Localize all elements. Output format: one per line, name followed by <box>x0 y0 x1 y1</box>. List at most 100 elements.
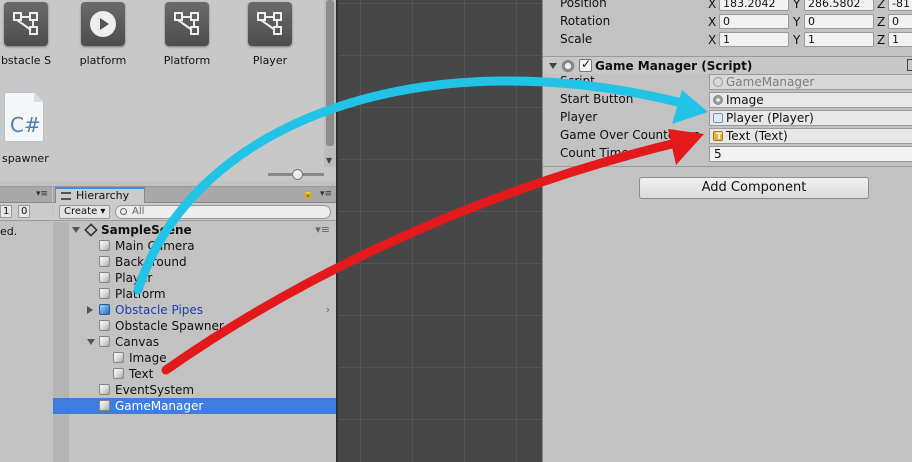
field-label: Count Timer <box>560 146 634 160</box>
chevron-right-icon[interactable]: › <box>326 302 330 318</box>
position-x-field[interactable]: 183.2042 <box>719 0 789 11</box>
asset-obstacle-spawner[interactable]: bstacle S <box>0 2 66 67</box>
scale-x-field[interactable]: 1 <box>719 32 789 47</box>
gameobject-icon <box>99 272 110 283</box>
axis-label[interactable]: Y <box>793 0 800 11</box>
game-over-countdown-object-field[interactable]: Text (Text) <box>709 128 912 144</box>
gameobject-icon <box>113 368 124 379</box>
axis-label[interactable]: Z <box>877 15 885 29</box>
axis-label[interactable]: Y <box>793 33 800 47</box>
prefab-icon <box>165 2 209 46</box>
count-timer-input[interactable]: 5 <box>709 146 912 162</box>
warning-count[interactable]: 1 <box>0 205 13 218</box>
hierarchy-item-gamemanager[interactable]: GameManager <box>53 398 336 414</box>
prefab-icon <box>248 2 292 46</box>
axis-label[interactable]: Z <box>877 0 885 11</box>
chevron-right-icon[interactable] <box>87 306 93 314</box>
scene-menu-icon[interactable]: ▾≡ <box>315 222 330 238</box>
help-icon[interactable] <box>907 59 912 71</box>
thumbnail-size-slider[interactable] <box>268 169 324 180</box>
scale-y-field[interactable]: 1 <box>804 32 874 47</box>
audio-clip-icon <box>81 2 125 46</box>
search-icon <box>120 208 127 215</box>
text-component-icon <box>713 130 723 144</box>
asset-label: platform <box>79 54 127 67</box>
hierarchy-item-platform[interactable]: Platform <box>53 286 336 302</box>
asset-platform-prefab[interactable]: Platform <box>147 2 227 67</box>
unity-scene-icon <box>84 223 98 237</box>
field-value: Image <box>726 93 764 107</box>
chevron-down-icon[interactable] <box>72 227 80 233</box>
panel-menu-icon[interactable]: ▾≡ <box>36 189 48 199</box>
gameobject-icon <box>99 256 110 267</box>
asset-player-prefab[interactable]: Player <box>230 2 310 67</box>
search-input[interactable]: All <box>115 205 331 219</box>
prefab-cube-icon <box>99 304 110 315</box>
tab-label: Hierarchy <box>76 189 130 202</box>
field-label: Player <box>560 110 598 124</box>
panel-menu-icon[interactable]: ▾≡ <box>320 189 332 199</box>
start-button-object-field[interactable]: Image <box>709 92 912 108</box>
cs-glyph: C# <box>10 113 41 137</box>
field-label: Script <box>560 74 595 88</box>
transform-position-row: Position X 183.2042 Y 286.5802 Z -81 <box>543 0 912 13</box>
scale-z-field[interactable]: 1 <box>888 32 912 47</box>
rotation-y-field[interactable]: 0 <box>804 14 874 29</box>
field-label: Start Button <box>560 92 634 106</box>
hierarchy-item-eventsystem[interactable]: EventSystem <box>53 382 336 398</box>
csharp-script-icon[interactable]: C# <box>4 92 44 142</box>
gameobject-icon <box>99 288 110 299</box>
player-object-field[interactable]: Player (Player) <box>709 110 912 126</box>
asset-platform-audio[interactable]: platform <box>63 2 143 67</box>
scene-row[interactable]: SampleScene ▾≡ <box>53 222 336 238</box>
position-y-field[interactable]: 286.5802 <box>804 0 874 11</box>
field-label: Game Over Countdown <box>560 128 701 142</box>
chevron-down-icon[interactable]: ▼ <box>326 156 332 165</box>
item-label: Image <box>129 351 167 365</box>
axis-label[interactable]: X <box>708 15 716 29</box>
axis-label[interactable]: X <box>708 33 716 47</box>
field-value: GameManager <box>726 75 815 89</box>
script-icon <box>713 77 723 87</box>
item-label: Background <box>115 255 187 269</box>
rotation-x-field[interactable]: 0 <box>719 14 789 29</box>
hierarchy-item-obstacle-pipes[interactable]: Obstacle Pipes › <box>53 302 336 318</box>
item-label: Platform <box>115 287 166 301</box>
component-header[interactable]: Game Manager (Script) <box>543 56 912 74</box>
transform-scale-row: Scale X 1 Y 1 Z 1 <box>543 31 912 49</box>
hierarchy-item-main-camera[interactable]: Main Camera <box>53 238 336 254</box>
slider-knob[interactable] <box>292 169 303 180</box>
axis-label[interactable]: Y <box>793 15 800 29</box>
hierarchy-item-image[interactable]: Image <box>53 350 336 366</box>
hierarchy-tabbar: Hierarchy 🔒 ▾≡ <box>53 187 336 204</box>
tab-hierarchy[interactable]: Hierarchy <box>55 187 145 204</box>
rotation-z-field[interactable]: 0 <box>888 14 912 29</box>
project-scrollbar[interactable]: ▼ <box>324 0 336 167</box>
hierarchy-item-text[interactable]: Text <box>53 366 336 382</box>
component-enabled-checkbox[interactable] <box>579 57 592 72</box>
axis-label[interactable]: Z <box>877 33 885 47</box>
component-title: Game Manager (Script) <box>595 59 753 73</box>
hierarchy-item-canvas[interactable]: Canvas <box>53 334 336 350</box>
transform-rotation-row: Rotation X 0 Y 0 Z 0 <box>543 13 912 31</box>
create-button[interactable]: Create ▾ <box>59 205 111 219</box>
item-label: Text <box>129 367 154 381</box>
hierarchy-item-player[interactable]: Player <box>53 270 336 286</box>
axis-label[interactable]: X <box>708 0 716 11</box>
position-z-field[interactable]: -81 <box>888 0 912 11</box>
error-count[interactable]: 0 <box>18 205 31 218</box>
field-start-button: Start Button Image <box>543 91 912 109</box>
chevron-down-icon[interactable] <box>87 339 95 345</box>
hierarchy-item-background[interactable]: Background <box>53 254 336 270</box>
field-count-timer: Count Timer 5 <box>543 145 912 163</box>
chevron-down-icon[interactable] <box>549 63 557 69</box>
add-component-button[interactable]: Add Component <box>639 177 869 199</box>
console-message[interactable]: ed. <box>0 225 17 238</box>
item-label: GameManager <box>115 399 204 413</box>
image-component-icon <box>713 95 723 105</box>
scene-view[interactable] <box>338 0 542 462</box>
hierarchy-toolbar: Create ▾ All <box>53 203 336 221</box>
hierarchy-item-obstacle-spawner[interactable]: Obstacle Spawner <box>53 318 336 334</box>
scrollbar-thumb[interactable] <box>326 0 334 146</box>
lock-icon[interactable]: 🔒 <box>303 189 314 199</box>
